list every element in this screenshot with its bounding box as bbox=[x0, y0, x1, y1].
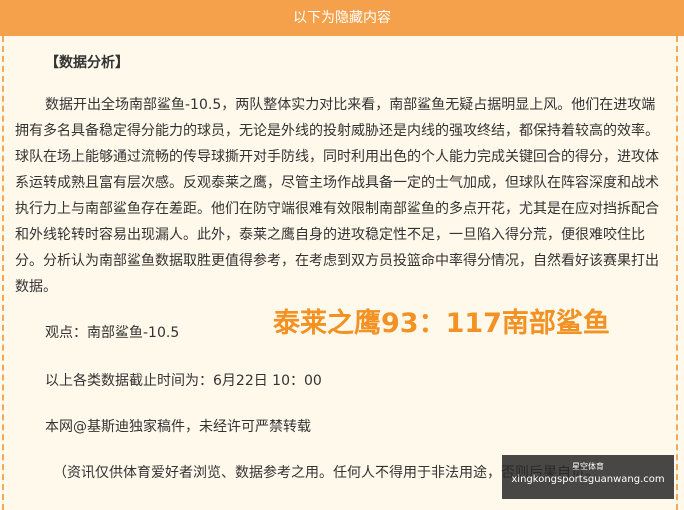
score-prediction: 泰莱之鹰93：117南部鲨鱼 bbox=[273, 308, 610, 339]
section-heading: 【数据分析】 bbox=[45, 55, 129, 71]
watermark-url: xingkongsportsguanwang.com bbox=[511, 474, 665, 485]
viewpoint-text: 观点：南部鲨鱼-10.5 bbox=[45, 325, 180, 341]
hidden-content-banner: 以下为隐藏内容 bbox=[0, 0, 684, 36]
site-watermark: 星空体育 xingkongsportsguanwang.com bbox=[502, 455, 674, 499]
viewpoint-row: 观点：南部鲨鱼-10.5 泰莱之鹰93：117南部鲨鱼 bbox=[15, 308, 669, 348]
watermark-brand: 星空体育 bbox=[572, 462, 604, 471]
analysis-paragraph: 数据开出全场南部鲨鱼-10.5，两队整体实力对比来看，南部鲨鱼无疑占据明显上风。… bbox=[15, 97, 659, 295]
data-cutoff-time: 以上各类数据截止时间为：6月22日 10：00 bbox=[45, 373, 322, 389]
article-body: 【数据分析】 数据开出全场南部鲨鱼-10.5，两队整体实力对比来看，南部鲨鱼无疑… bbox=[15, 50, 669, 486]
copyright-notice: 本网@基斯迪独家稿件，未经许可严禁转载 bbox=[45, 419, 311, 435]
